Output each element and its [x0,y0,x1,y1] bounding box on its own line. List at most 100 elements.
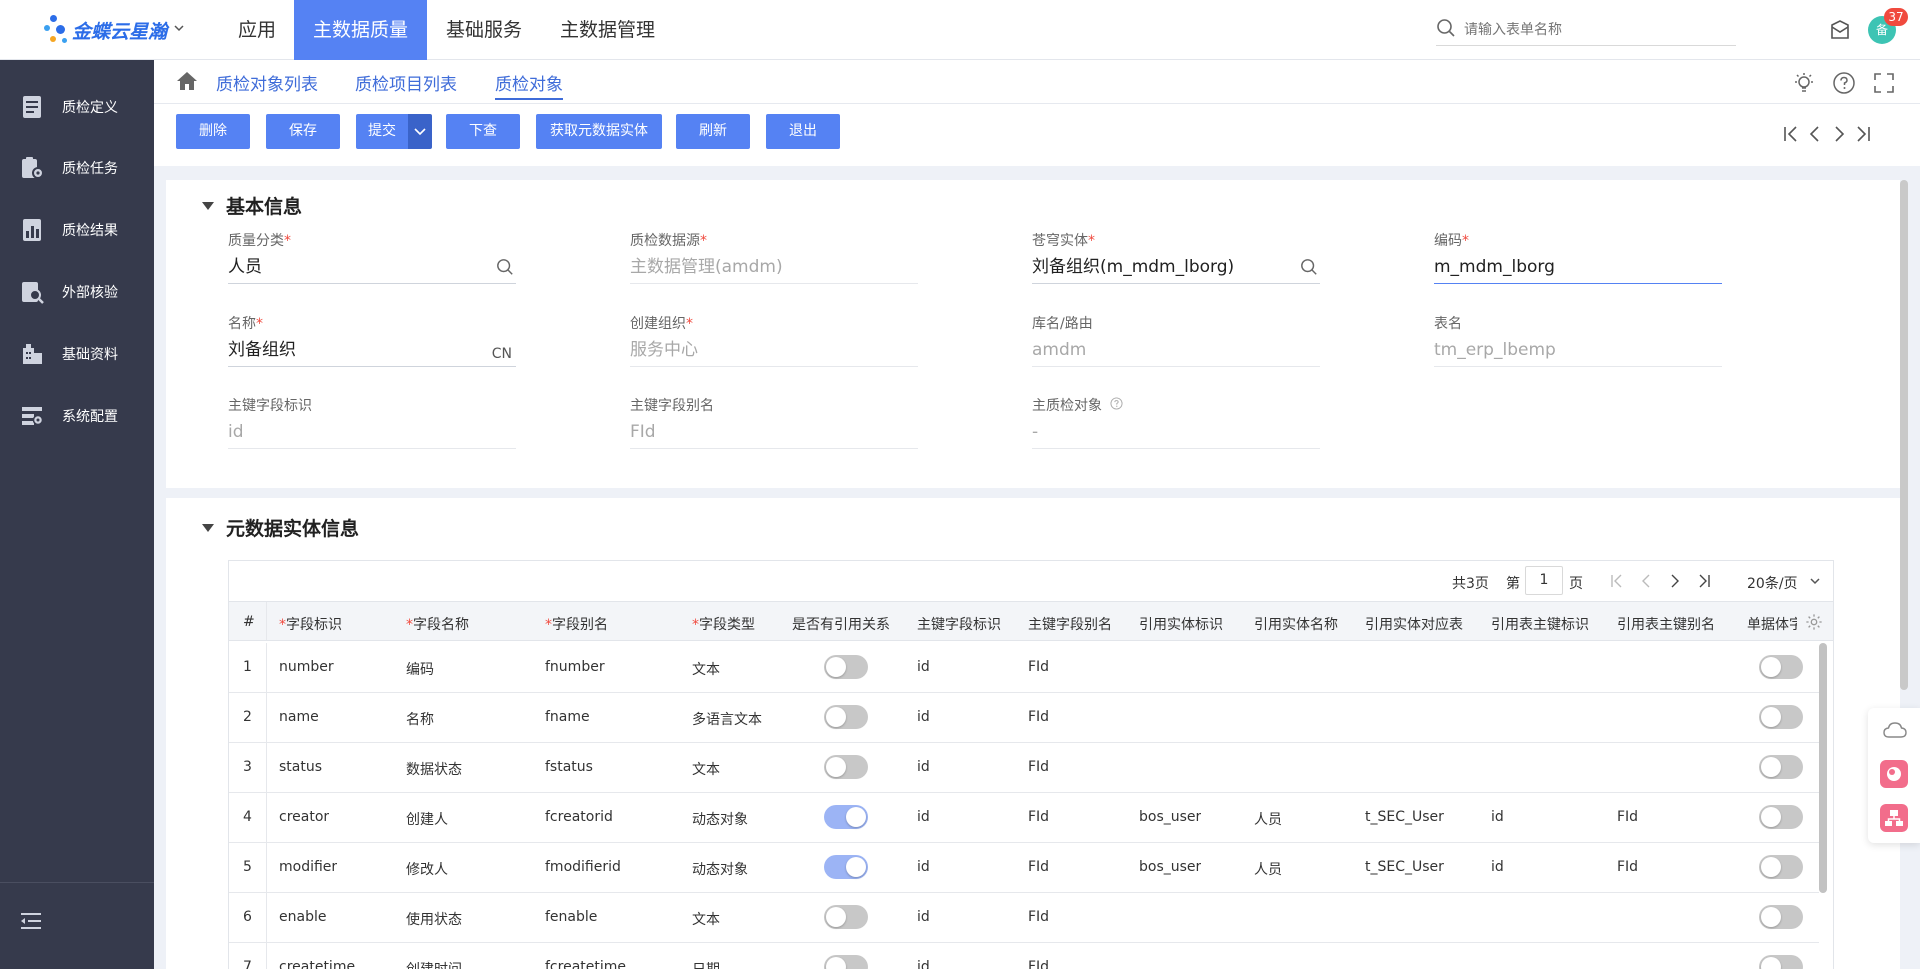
help-icon[interactable] [1832,71,1856,95]
cell-alias[interactable]: fcreatorid [545,809,613,825]
sidebar-item-external-check[interactable]: 外部核验 [0,267,154,317]
prev-page-icon[interactable] [1638,573,1654,593]
grid-vertical-scrollbar[interactable] [1819,643,1827,893]
chevron-down-icon[interactable] [173,22,185,38]
message-icon[interactable] [1828,18,1852,42]
cell-field-name[interactable]: 修改人 [406,859,448,879]
cell-ref-table[interactable]: t_SEC_User [1365,859,1444,875]
table-row[interactable]: 6 enable 使用状态 fenable 文本 id FId [229,893,1819,943]
top-nav-apps[interactable]: 应用 [220,0,294,60]
column-header[interactable]: 引用实体名称 [1254,614,1338,634]
has-reference-toggle[interactable] [824,955,868,969]
cell-type[interactable]: 多语言文本 [692,709,762,729]
cell-pk-alias[interactable]: FId [1028,759,1049,775]
cell-field-id[interactable]: modifier [279,859,337,875]
cangqiong-entity-input[interactable]: 刘备组织(m_mdm_lborg) [1032,254,1320,284]
cell-field-id[interactable]: createtime [279,959,355,969]
page-size-select[interactable]: 20条/页 [1747,573,1798,593]
cell-pk-alias[interactable]: FId [1028,859,1049,875]
brand-logo[interactable]: 金蝶云星瀚 [42,10,202,50]
cell-pk-id[interactable]: id [917,809,930,825]
lightbulb-icon[interactable] [1792,71,1816,95]
meta-entity-title[interactable]: 元数据实体信息 [202,514,359,541]
has-reference-toggle[interactable] [824,805,868,829]
sidebar-item-basic-data[interactable]: 基础资料 [0,329,154,379]
cell-pk-alias[interactable]: FId [1028,659,1049,675]
refresh-button[interactable]: 刷新 [676,114,750,149]
table-row[interactable]: 4 creator 创建人 fcreatorid 动态对象 id FId bos_user 人员… [229,793,1819,843]
cell-pk-id[interactable]: id [917,709,930,725]
cell-pk-id[interactable]: id [917,959,930,969]
column-header[interactable]: *字段名称 [406,614,469,634]
has-reference-toggle[interactable] [824,755,868,779]
cell-ref-pk-id[interactable]: id [1491,809,1504,825]
table-row[interactable]: 3 status 数据状态 fstatus 文本 id FId [229,743,1819,793]
prev-record-icon[interactable] [1806,124,1824,144]
collapse-menu-icon[interactable] [20,911,42,935]
cell-alias[interactable]: fnumber [545,659,605,675]
cell-field-name[interactable]: 编码 [406,659,434,679]
cell-pk-id[interactable]: id [917,859,930,875]
next-record-icon[interactable] [1830,124,1848,144]
next-page-icon[interactable] [1667,573,1683,593]
cell-type[interactable]: 日期 [692,959,720,969]
language-suffix[interactable]: CN [492,341,512,367]
column-header[interactable]: *字段标识 [279,614,342,634]
entry-field-toggle[interactable] [1759,905,1803,929]
search-icon[interactable] [1436,18,1456,42]
sidebar-item-qc-definition[interactable]: 质检定义 [0,82,154,132]
cell-type[interactable]: 文本 [692,659,720,679]
column-header[interactable]: 主键字段别名 [1028,614,1112,634]
cell-ref-entity[interactable]: bos_user [1139,809,1201,825]
table-row[interactable]: 5 modifier 修改人 fmodifierid 动态对象 id FId bos_user… [229,843,1819,893]
has-reference-toggle[interactable] [824,855,868,879]
tab-qc-object-list[interactable]: 质检对象列表 [216,70,318,100]
search-input[interactable] [1464,21,1714,38]
cell-field-id[interactable]: creator [279,809,329,825]
last-record-icon[interactable] [1854,124,1872,144]
cell-field-name[interactable]: 数据状态 [406,759,462,779]
cell-ref-entity[interactable]: bos_user [1139,859,1201,875]
search-icon[interactable] [496,258,514,284]
cell-pk-alias[interactable]: FId [1028,709,1049,725]
cell-pk-id[interactable]: id [917,659,930,675]
fetch-entity-button[interactable]: 获取元数据实体 [536,114,662,149]
first-page-icon[interactable] [1609,573,1625,593]
cell-alias[interactable]: fcreatetime [545,959,626,969]
has-reference-toggle[interactable] [824,705,868,729]
first-record-icon[interactable] [1782,124,1800,144]
cell-field-name[interactable]: 使用状态 [406,909,462,929]
last-page-icon[interactable] [1696,573,1712,593]
cell-field-name[interactable]: 创建时间 [406,959,462,969]
chevron-down-icon[interactable] [1809,575,1821,591]
sidebar-item-system-config[interactable]: 系统配置 [0,391,154,441]
assistant-icon[interactable] [1880,760,1908,788]
exit-button[interactable]: 退出 [766,114,840,149]
cloud-icon[interactable] [1882,720,1908,744]
submit-dropdown[interactable] [408,114,432,149]
table-row[interactable]: 1 number 编码 fnumber 文本 id FId [229,643,1819,693]
tab-qc-item-list[interactable]: 质检项目列表 [355,70,457,100]
cell-field-id[interactable]: enable [279,909,326,925]
cell-pk-id[interactable]: id [917,759,930,775]
cell-field-id[interactable]: status [279,759,322,775]
cell-ref-pk-alias[interactable]: FId [1617,809,1638,825]
has-reference-toggle[interactable] [824,905,868,929]
help-icon[interactable] [1110,397,1123,414]
search-icon[interactable] [1300,258,1318,284]
cell-field-name[interactable]: 创建人 [406,809,448,829]
cell-type[interactable]: 文本 [692,909,720,929]
drill-down-button[interactable]: 下查 [446,114,520,149]
column-header[interactable]: 引用实体标识 [1139,614,1223,634]
fullscreen-icon[interactable] [1872,71,1896,95]
sidebar-item-qc-task[interactable]: 质检任务 [0,143,154,193]
cell-alias[interactable]: fname [545,709,590,725]
cell-pk-alias[interactable]: FId [1028,959,1049,969]
cell-pk-id[interactable]: id [917,909,930,925]
quality-category-input[interactable]: 人员 [228,254,516,284]
cell-ref-pk-id[interactable]: id [1491,859,1504,875]
basic-info-title[interactable]: 基本信息 [202,192,302,219]
column-settings-gear-icon[interactable] [1805,613,1823,635]
column-header[interactable]: 单据体字 [1747,614,1797,634]
code-input[interactable]: m_mdm_lborg [1434,254,1722,284]
